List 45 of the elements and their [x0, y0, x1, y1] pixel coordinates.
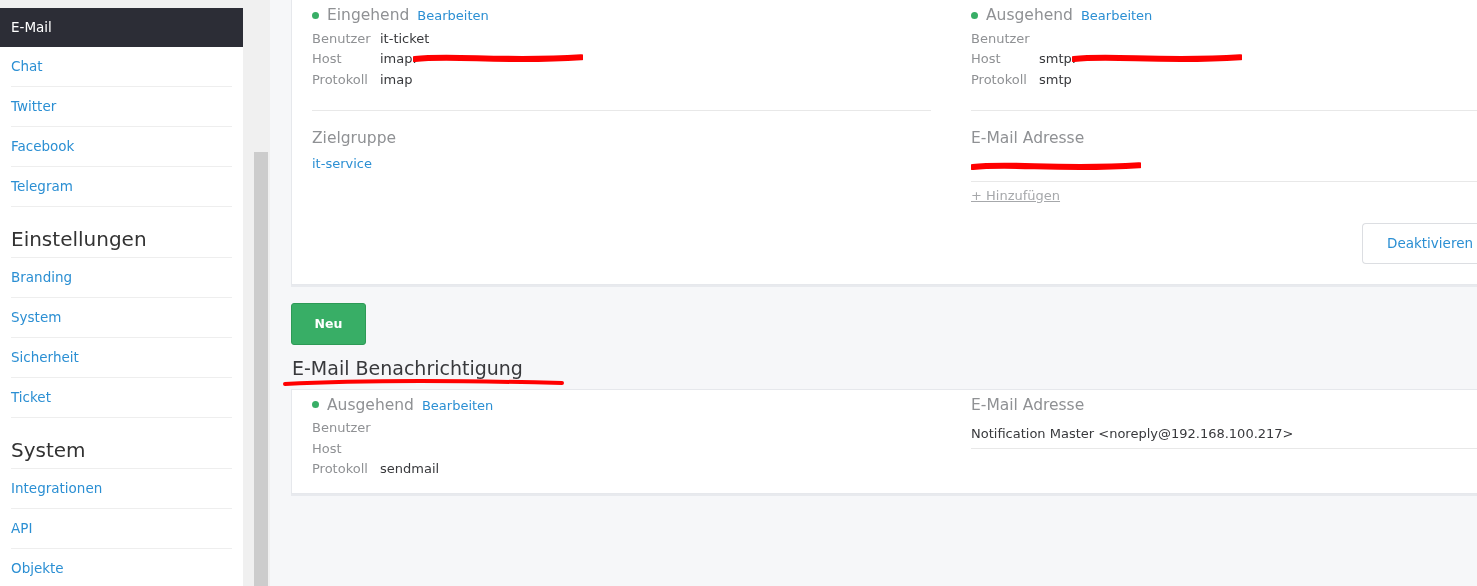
- section-title: Eingehend: [327, 6, 410, 24]
- sidebar-item[interactable]: Sicherheit: [11, 338, 232, 377]
- section-heading: E-Mail Benachrichtigung: [291, 356, 524, 379]
- section-title: E-Mail Adresse: [971, 395, 1086, 414]
- field-value: sendmail: [380, 461, 440, 477]
- edit-link[interactable]: Bearbeiten: [1080, 8, 1153, 23]
- section-title: Zielgruppe: [312, 128, 398, 147]
- deactivate-button[interactable]: Deaktivieren: [1362, 222, 1477, 264]
- edit-link[interactable]: Bearbeiten: [421, 397, 494, 413]
- sidebar-item[interactable]: Chat: [11, 47, 232, 86]
- email-address: Notification Master <noreply@192.168.100.217>: [971, 426, 1294, 441]
- add-link[interactable]: + Hinzufügen: [971, 187, 1061, 203]
- field-label: Protokoll: [971, 71, 1028, 87]
- field-value: smtp: [1039, 71, 1072, 87]
- sidebar-item[interactable]: Ticket: [11, 378, 232, 417]
- sidebar-item[interactable]: Facebook: [11, 127, 232, 166]
- field-label: Benutzer: [971, 30, 1031, 46]
- section-title: Ausgehend: [327, 395, 414, 414]
- field-value: it-ticket: [380, 30, 430, 46]
- group-link[interactable]: it-service: [312, 155, 372, 171]
- section-title: Ausgehend: [986, 6, 1073, 24]
- sidebar-item[interactable]: Integrationen: [11, 469, 232, 508]
- field-label: Protokoll: [312, 461, 369, 477]
- edit-link[interactable]: Bearbeiten: [417, 8, 489, 23]
- sidebar-item[interactable]: E-Mail: [0, 8, 243, 47]
- sidebar-heading: Einstellungen: [11, 207, 232, 258]
- scrollbar-thumb[interactable]: [254, 152, 268, 586]
- field-value: smtp.: [1039, 51, 1076, 67]
- sidebar-item[interactable]: Objekte: [11, 549, 232, 586]
- section-title: E-Mail Adresse: [971, 128, 1086, 147]
- field-value: imap: [380, 71, 413, 87]
- sidebar-item[interactable]: Telegram: [11, 167, 232, 206]
- field-label: Benutzer: [312, 30, 372, 46]
- field-label: Benutzer: [312, 420, 372, 436]
- new-button[interactable]: Neu: [291, 302, 366, 345]
- sidebar-item[interactable]: API: [11, 509, 232, 548]
- sidebar-item[interactable]: Branding: [11, 258, 232, 297]
- field-label: Host: [312, 440, 343, 456]
- sidebar-item[interactable]: System: [11, 298, 232, 337]
- sidebar-item[interactable]: Twitter: [11, 87, 232, 126]
- field-value: imap.: [380, 51, 417, 67]
- field-label: Host: [312, 51, 343, 67]
- sidebar-heading: System: [11, 418, 232, 469]
- field-label: Protokoll: [312, 71, 369, 87]
- field-label: Host: [971, 51, 1002, 67]
